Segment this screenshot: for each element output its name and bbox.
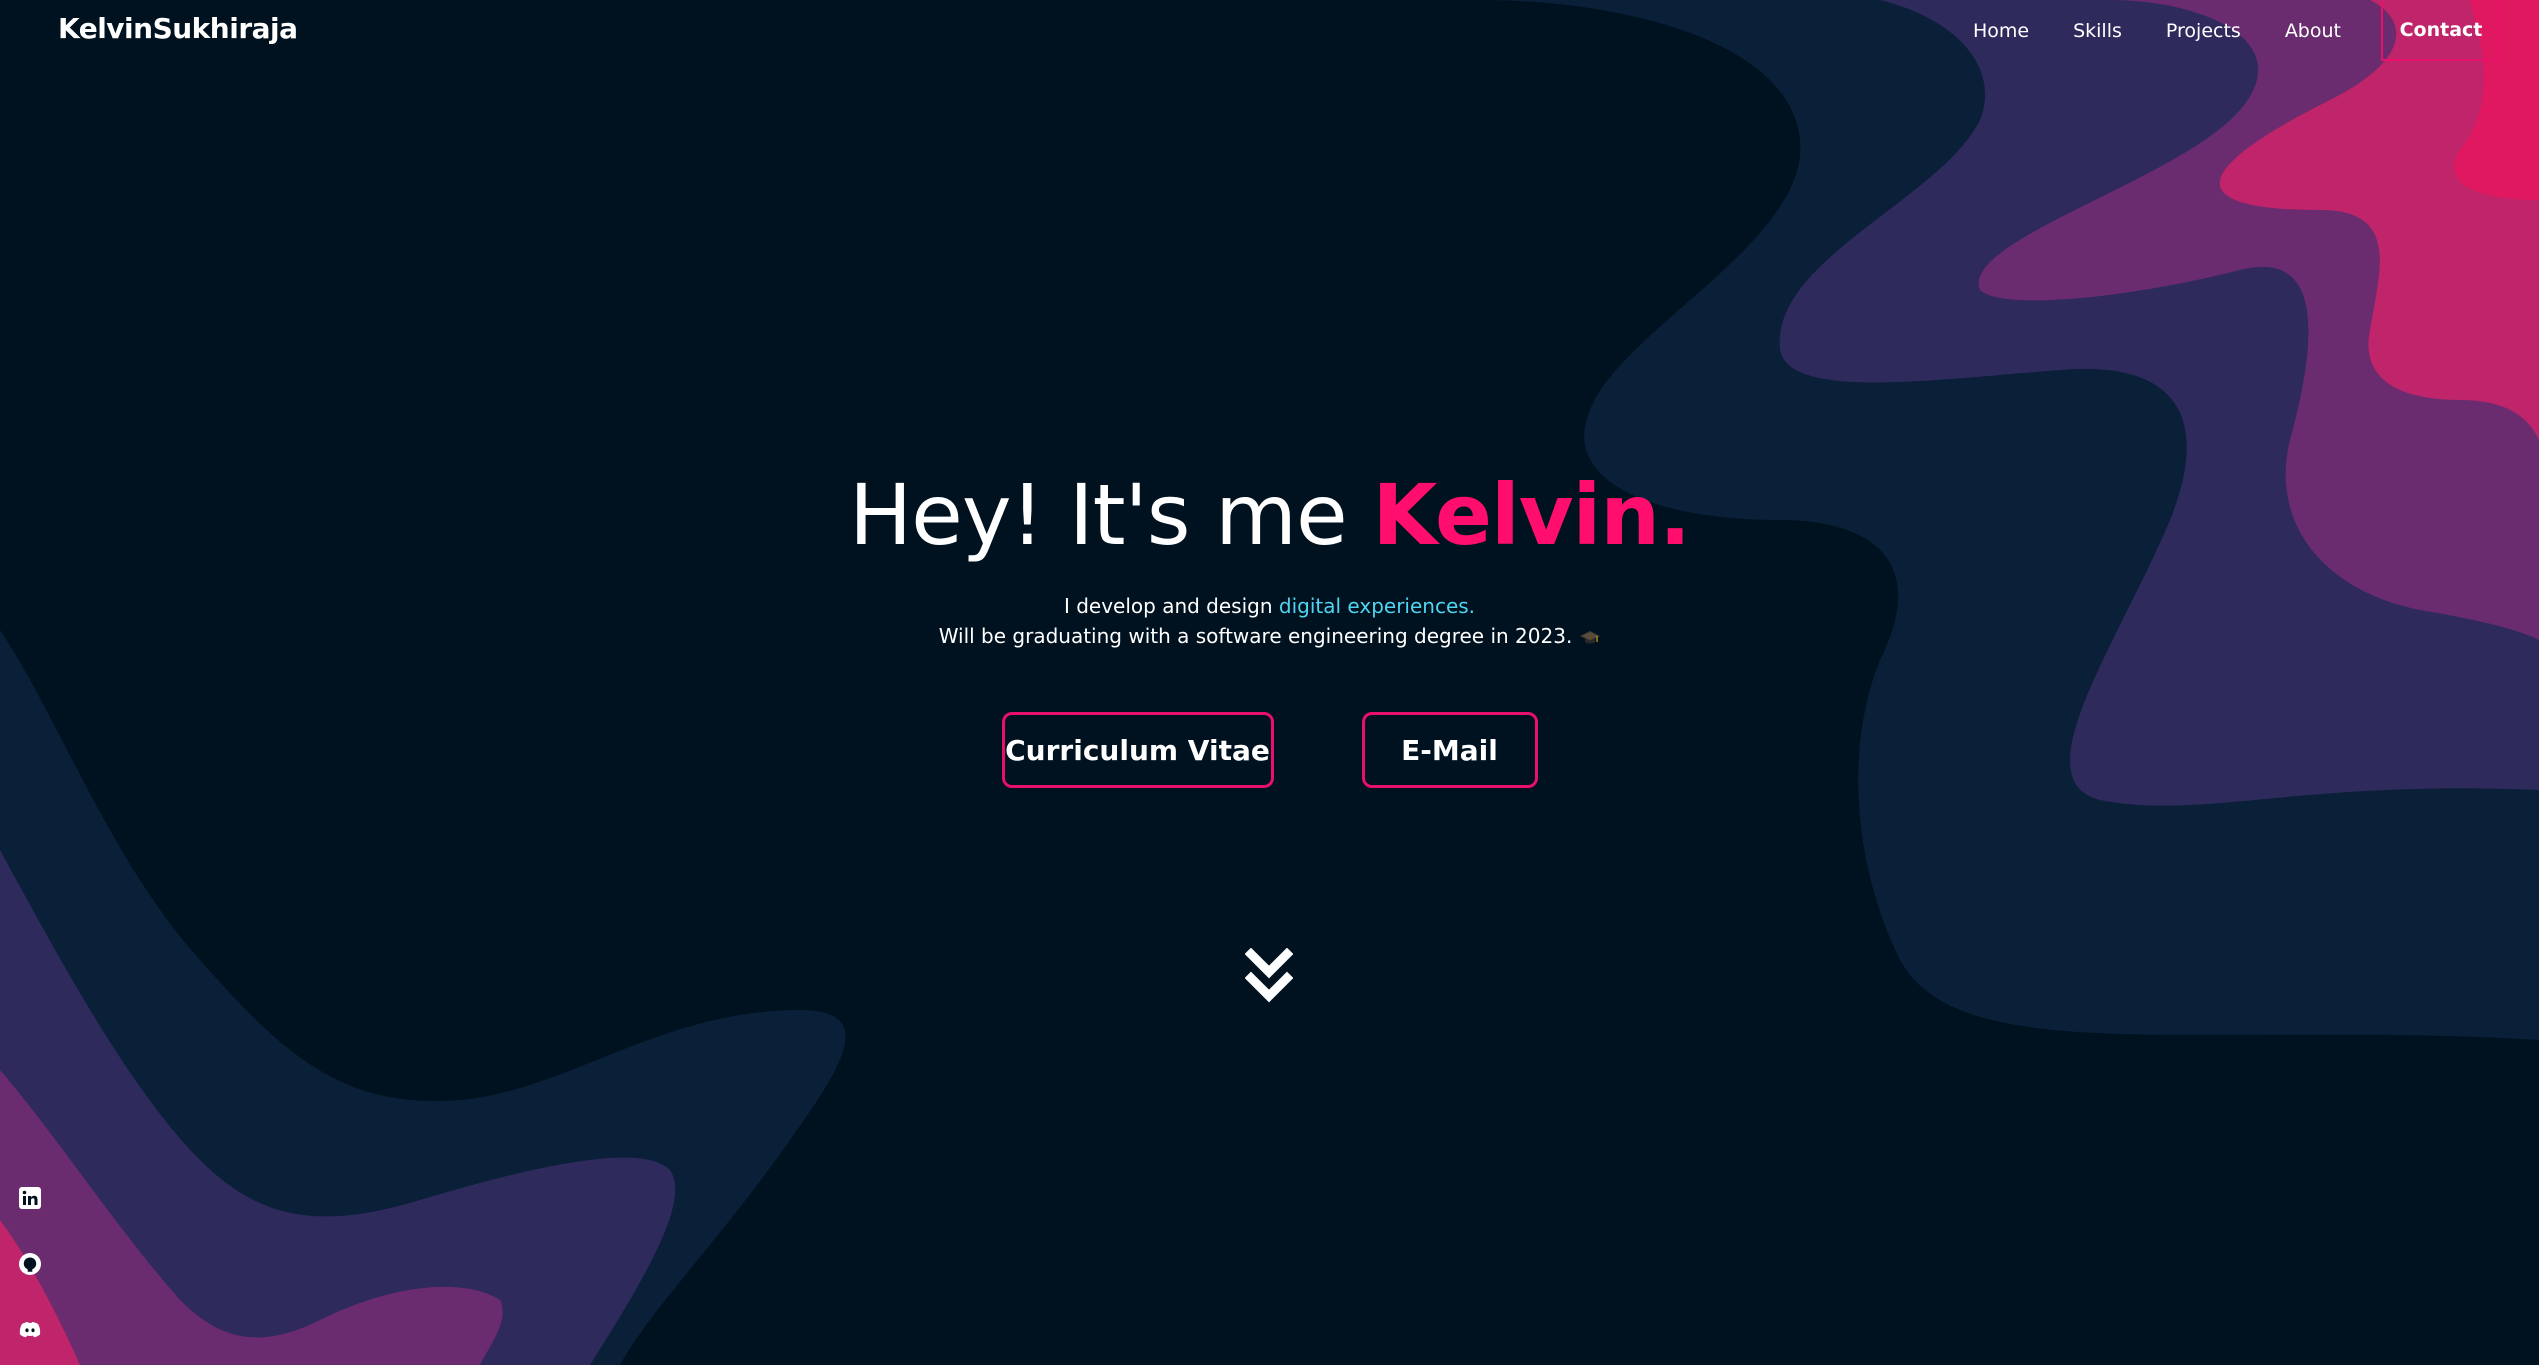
page: KelvinSukhiraja Home Skills Projects Abo… — [0, 0, 2539, 1365]
nav-skills[interactable]: Skills — [2073, 20, 2122, 42]
nav-projects[interactable]: Projects — [2166, 20, 2241, 42]
nav-contact-button[interactable]: Contact — [2381, 1, 2501, 61]
site-logo[interactable]: KelvinSukhiraja — [58, 12, 298, 45]
top-navbar: KelvinSukhiraja Home Skills Projects Abo… — [0, 0, 2539, 62]
hero-line-2: Will be graduating with a software engin… — [0, 621, 2539, 653]
cv-button[interactable]: Curriculum Vitae — [1001, 712, 1274, 788]
hero-line-1: I develop and design digital experiences… — [0, 591, 2539, 621]
nav-about[interactable]: About — [2285, 20, 2341, 42]
graduation-cap-icon — [1580, 623, 1601, 653]
hero-title: Hey! It's me Kelvin. — [0, 455, 2539, 575]
hero-section: Hey! It's me Kelvin. I develop and desig… — [0, 455, 2539, 653]
discord-icon[interactable] — [18, 1318, 42, 1342]
hero-highlight: digital experiences. — [1278, 594, 1476, 618]
hero-line-2-text: Will be graduating with a software engin… — [938, 624, 1573, 648]
hero-buttons: Curriculum Vitae E-Mail — [0, 712, 2539, 788]
github-icon[interactable] — [18, 1252, 42, 1276]
linkedin-icon[interactable] — [18, 1186, 42, 1210]
nav-links: Home Skills Projects About Contact — [1929, 0, 2501, 62]
chevron-double-down-icon[interactable] — [1244, 947, 1294, 1008]
hero-subtitle: I develop and design digital experiences… — [0, 591, 2539, 653]
hero-greeting: Hey! It's me — [848, 466, 1373, 564]
email-button[interactable]: E-Mail — [1361, 712, 1538, 788]
social-links — [18, 1186, 44, 1365]
nav-home[interactable]: Home — [1973, 20, 2029, 42]
background-waves — [0, 0, 2539, 1365]
hero-name: Kelvin. — [1372, 466, 1691, 564]
hero-line-1-prefix: I develop and design — [1063, 594, 1279, 618]
